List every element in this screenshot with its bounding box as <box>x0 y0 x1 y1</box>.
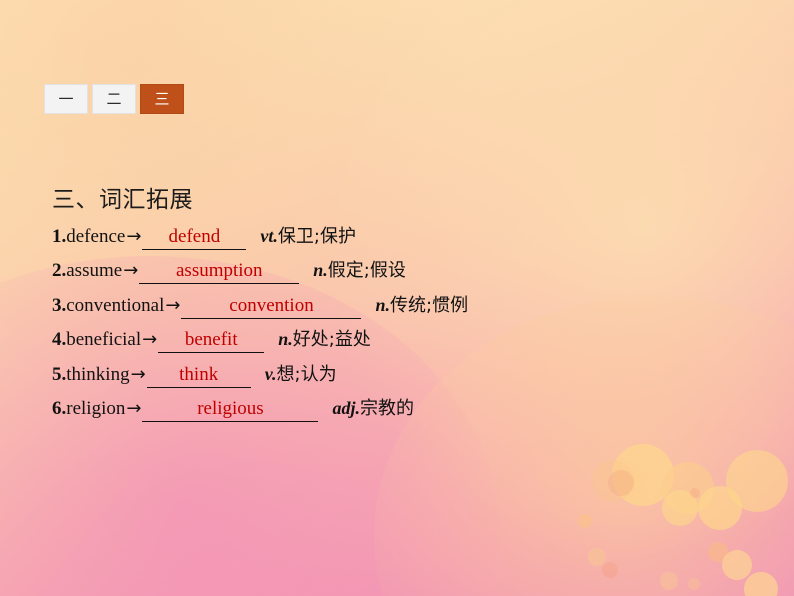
item-meaning: 传统;惯例 <box>390 294 469 316</box>
tab-section-three[interactable]: 三 <box>140 84 184 114</box>
item-index: 2. <box>52 260 67 282</box>
vocabulary-item: 5. thinking → think v. 想;认为 <box>52 361 752 390</box>
vocabulary-item: 2. assume → assumption n. 假定;假设 <box>52 257 752 286</box>
arrow-icon: → <box>123 260 139 282</box>
item-word: conventional <box>66 294 165 316</box>
vocabulary-item: 1. defence → defend vt. 保卫;保护 <box>52 223 752 252</box>
vocabulary-item: 6. religion → religious adj. 宗教的 <box>52 395 752 424</box>
bokeh-circle <box>722 550 752 580</box>
tab-label: 三 <box>154 89 170 108</box>
part-of-speech: n. <box>375 294 390 315</box>
bokeh-circle <box>690 488 700 498</box>
part-of-speech: n. <box>313 260 328 281</box>
part-of-speech: n. <box>278 329 293 350</box>
part-of-speech: vt. <box>260 225 278 246</box>
slide-canvas: 一 二 三 三、词汇拓展 1. defence → defend vt. 保卫;… <box>0 0 794 596</box>
item-word: assume <box>66 260 123 282</box>
arrow-icon: → <box>126 225 142 247</box>
item-meaning: 保卫;保护 <box>277 225 356 247</box>
answer-blank[interactable]: religious <box>142 398 319 423</box>
part-of-speech: adj. <box>332 398 360 419</box>
bokeh-circle <box>688 578 700 590</box>
vocabulary-item: 3. conventional → convention n. 传统;惯例 <box>52 292 752 321</box>
bokeh-circle <box>662 462 714 514</box>
item-index: 1. <box>52 225 67 247</box>
bokeh-circle <box>662 490 698 526</box>
tab-label: 二 <box>106 89 122 108</box>
bokeh-circle <box>592 460 634 502</box>
bokeh-circle <box>660 572 678 590</box>
item-word: religion <box>66 398 126 420</box>
bokeh-circle <box>578 514 592 528</box>
arrow-icon: → <box>130 363 146 385</box>
bokeh-circle <box>608 470 634 496</box>
arrow-icon: → <box>126 398 142 420</box>
tab-bar: 一 二 三 <box>44 84 184 114</box>
vocabulary-item: 4. beneficial → benefit n. 好处;益处 <box>52 326 752 355</box>
answer-blank[interactable]: defend <box>142 226 247 250</box>
bokeh-circle <box>602 562 618 578</box>
item-index: 6. <box>52 398 67 420</box>
answer-blank[interactable]: assumption <box>139 260 300 285</box>
tab-label: 一 <box>58 89 74 108</box>
page-title: 三、词汇拓展 <box>52 187 193 213</box>
item-index: 3. <box>52 294 67 316</box>
item-meaning: 宗教的 <box>359 398 414 420</box>
answer-blank[interactable]: think <box>146 364 251 388</box>
item-meaning: 想;认为 <box>276 363 337 385</box>
tab-section-one[interactable]: 一 <box>44 84 88 114</box>
answer-blank[interactable]: convention <box>181 295 362 319</box>
item-index: 4. <box>52 329 67 351</box>
bokeh-circle <box>612 444 674 506</box>
answer-blank[interactable]: benefit <box>158 329 265 354</box>
bokeh-circle <box>708 542 728 562</box>
item-meaning: 假定;假设 <box>327 260 406 282</box>
bokeh-circle <box>588 548 606 566</box>
part-of-speech: v. <box>264 363 277 384</box>
tab-section-two[interactable]: 二 <box>92 84 136 114</box>
arrow-icon: → <box>142 329 158 351</box>
bokeh-circle <box>726 450 788 512</box>
item-meaning: 好处;益处 <box>292 329 371 351</box>
item-word: beneficial <box>66 329 142 351</box>
arrow-icon: → <box>165 294 181 316</box>
item-word: thinking <box>66 363 130 385</box>
item-word: defence <box>66 225 126 247</box>
bokeh-circle <box>744 572 778 596</box>
content-area: 三、词汇拓展 1. defence → defend vt. 保卫;保护 2. … <box>52 186 752 424</box>
item-index: 5. <box>52 363 67 385</box>
bokeh-circle <box>698 486 742 530</box>
